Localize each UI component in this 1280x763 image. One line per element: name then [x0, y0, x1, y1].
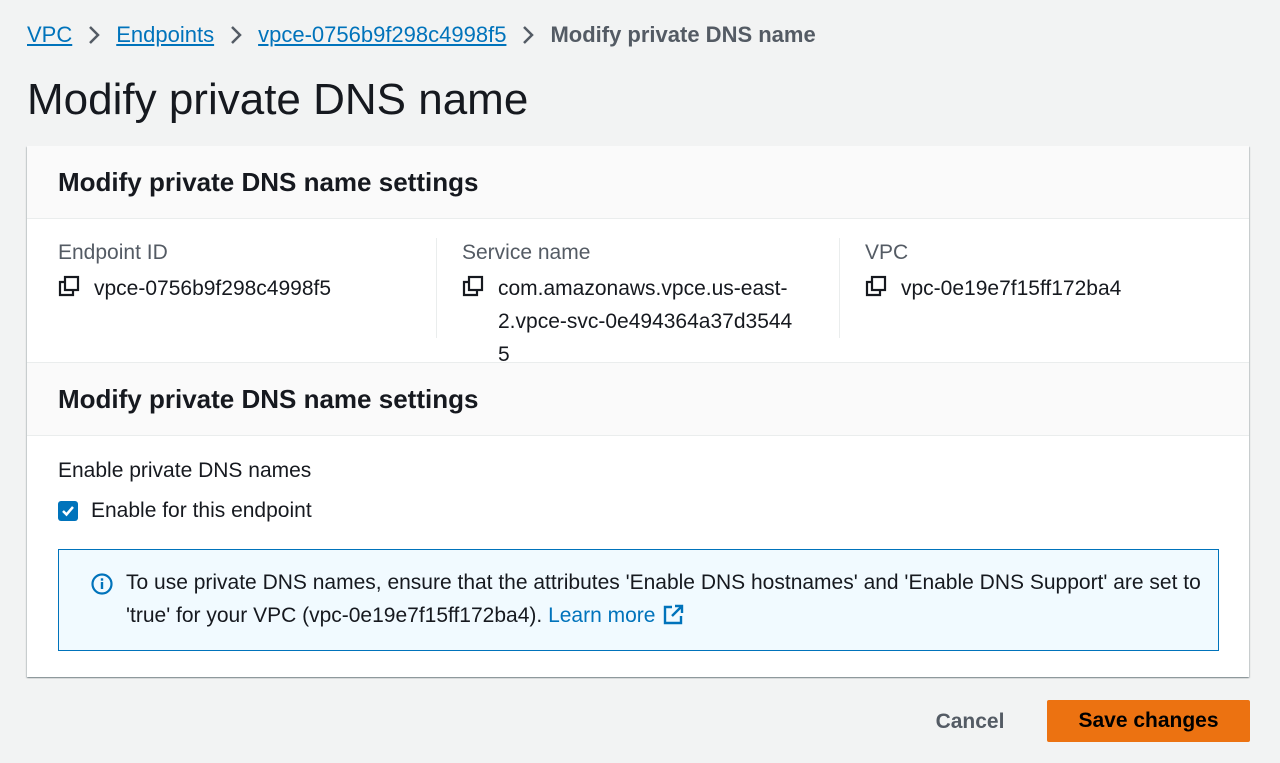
breadcrumb-item-endpoints[interactable]: Endpoints — [116, 22, 214, 48]
enable-private-dns-label: Enable private DNS names — [58, 459, 312, 482]
external-link-icon — [663, 602, 684, 625]
details-section-header: Modify private DNS name settings — [27, 146, 1249, 219]
check-icon — [62, 506, 74, 517]
service-name-field: Service name com.amazonaws.vpce.us-east-… — [462, 238, 832, 366]
vpc-field: VPC vpc-0e19e7f15ff172ba4 — [865, 238, 1235, 338]
copy-icon[interactable] — [865, 275, 887, 297]
cancel-button[interactable]: Cancel — [916, 702, 1024, 742]
column-divider — [839, 238, 840, 338]
details-section-title: Modify private DNS name settings — [58, 166, 479, 197]
service-name-value: com.amazonaws.vpce.us-east-2.vpce-svc-0e… — [498, 277, 793, 366]
chevron-right-icon — [88, 25, 101, 45]
page-title: Modify private DNS name — [27, 75, 529, 124]
endpoint-id-label: Endpoint ID — [58, 241, 168, 264]
dns-section-title: Modify private DNS name settings — [58, 383, 479, 414]
dns-section-header: Modify private DNS name settings — [27, 362, 1249, 436]
service-name-label: Service name — [462, 241, 591, 264]
breadcrumb-item-endpoint-id[interactable]: vpce-0756b9f298c4998f5 — [258, 22, 506, 48]
enable-endpoint-checkbox-label[interactable]: Enable for this endpoint — [91, 496, 312, 526]
breadcrumb-current: Modify private DNS name — [550, 22, 816, 47]
settings-panel: Modify private DNS name settings Endpoin… — [27, 146, 1249, 677]
learn-more-link[interactable]: Learn more — [548, 604, 684, 627]
breadcrumb: VPC Endpoints vpce-0756b9f298c4998f5 Mod… — [27, 20, 816, 50]
save-changes-button[interactable]: Save changes — [1047, 700, 1250, 742]
column-divider — [436, 238, 437, 338]
endpoint-id-field: Endpoint ID vpce-0756b9f298c4998f5 — [58, 238, 438, 338]
info-alert-text-block: To use private DNS names, ensure that th… — [126, 566, 1206, 632]
info-icon — [91, 573, 113, 595]
endpoint-id-value: vpce-0756b9f298c4998f5 — [94, 277, 332, 300]
copy-icon[interactable] — [58, 275, 80, 297]
vpc-label: VPC — [865, 241, 909, 264]
copy-icon[interactable] — [462, 275, 484, 297]
chevron-right-icon — [522, 25, 535, 45]
vpc-value: vpc-0e19e7f15ff172ba4 — [901, 277, 1122, 300]
info-alert: To use private DNS names, ensure that th… — [58, 549, 1219, 651]
breadcrumb-item-vpc[interactable]: VPC — [27, 22, 72, 48]
chevron-right-icon — [230, 25, 242, 45]
enable-endpoint-checkbox-row[interactable]: Enable for this endpoint — [58, 496, 312, 526]
enable-endpoint-checkbox[interactable] — [58, 501, 78, 521]
